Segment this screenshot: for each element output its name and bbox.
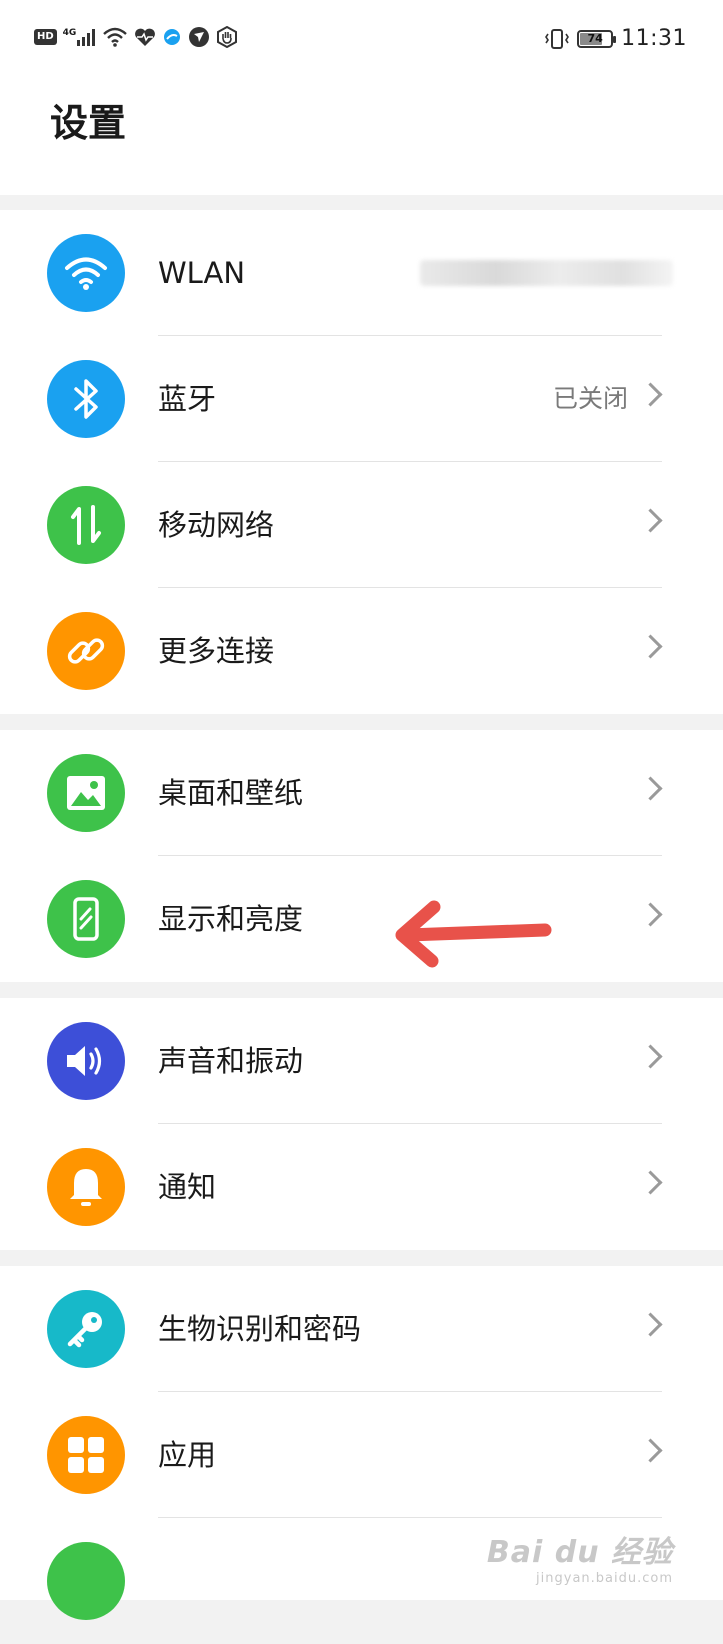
settings-item-sound-vibration[interactable]: 声音和振动 [0, 998, 723, 1124]
link-icon [47, 612, 125, 690]
partial-settings-icon [47, 1542, 125, 1620]
settings-group-display: 桌面和壁纸 显示和亮度 [0, 730, 723, 982]
chevron-right-icon [638, 1312, 663, 1337]
status-time: 11:31 [621, 26, 687, 51]
settings-item-bluetooth[interactable]: 蓝牙 已关闭 [0, 336, 723, 462]
status-bar: HD 4G 74 11:31 [0, 0, 723, 80]
battery-percent: 74 [587, 32, 603, 45]
chevron-right-icon [638, 776, 663, 801]
settings-item-label: 显示和亮度 [158, 902, 304, 936]
chevron-right-icon [638, 1438, 663, 1463]
settings-item-label: 移动网络 [158, 508, 275, 542]
settings-group-sound: 声音和振动 通知 [0, 998, 723, 1250]
settings-item-label: 声音和振动 [158, 1044, 304, 1078]
network-type-label: 4G [62, 28, 77, 38]
settings-item-wlan[interactable]: WLAN [0, 210, 723, 336]
bell-icon [47, 1148, 125, 1226]
settings-item-notifications[interactable]: 通知 [0, 1124, 723, 1250]
settings-item-label: 桌面和壁纸 [158, 776, 304, 810]
wifi-icon [47, 234, 125, 312]
image-icon [47, 754, 125, 832]
settings-item-label: WLAN [158, 256, 246, 290]
chevron-right-icon [638, 634, 663, 659]
settings-group-connectivity: WLAN 蓝牙 已关闭 移动网络 更多连接 [0, 210, 723, 714]
hd-badge: HD [34, 29, 57, 45]
baidu-watermark: Bai du 经验 jingyan.baidu.com [487, 1527, 673, 1586]
chevron-right-icon [638, 1170, 663, 1195]
vibrate-icon [545, 28, 570, 49]
settings-item-biometrics-password[interactable]: 生物识别和密码 [0, 1266, 723, 1392]
phone-display-icon [47, 880, 125, 958]
chevron-right-icon [638, 508, 663, 533]
settings-item-label: 蓝牙 [158, 382, 217, 416]
wifi-icon [103, 27, 128, 47]
navigation-icon [189, 27, 210, 47]
bluetooth-icon [47, 360, 125, 438]
apps-grid-icon [47, 1416, 125, 1494]
watermark-sub: jingyan.baidu.com [536, 1571, 673, 1586]
settings-item-label: 应用 [158, 1438, 217, 1472]
heart-health-icon [135, 28, 156, 46]
battery-indicator: 74 [577, 29, 617, 48]
settings-item-label: 更多连接 [158, 634, 275, 668]
chevron-right-icon [638, 902, 663, 927]
wifi-network-name-redacted [420, 260, 673, 286]
signal-icon: 4G [63, 28, 97, 46]
watermark-main: Bai du 经验 [486, 1535, 673, 1570]
chevron-right-icon [638, 382, 663, 407]
settings-item-label: 生物识别和密码 [158, 1312, 362, 1346]
settings-item-display-brightness[interactable]: 显示和亮度 [0, 856, 723, 982]
status-left: HD 4G [34, 26, 238, 48]
settings-item-more-connections[interactable]: 更多连接 [0, 588, 723, 714]
speaker-icon [47, 1022, 125, 1100]
bluetooth-status: 已关闭 [552, 384, 628, 413]
status-right: 74 11:31 [545, 26, 687, 51]
app-dot-icon [164, 29, 181, 45]
settings-item-desktop-wallpaper[interactable]: 桌面和壁纸 [0, 730, 723, 856]
page-title: 设置 [50, 101, 127, 145]
hand-icon [217, 26, 238, 48]
red-arrow-annotation [395, 900, 552, 968]
chevron-right-icon [638, 1044, 663, 1069]
header: 设置 [0, 80, 723, 195]
settings-item-label: 通知 [158, 1170, 217, 1204]
key-icon [47, 1290, 125, 1368]
settings-item-mobile-network[interactable]: 移动网络 [0, 462, 723, 588]
mobile-data-icon [47, 486, 125, 564]
settings-item-apps[interactable]: 应用 [0, 1392, 723, 1518]
